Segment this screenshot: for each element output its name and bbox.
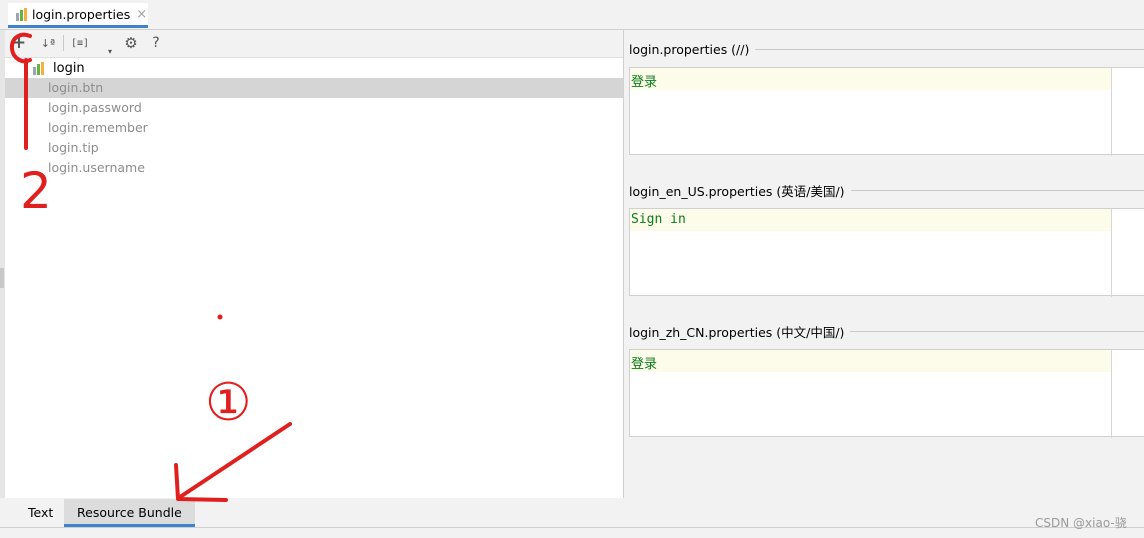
right-margin-guide (1111, 68, 1112, 156)
value-text: 登录 (631, 75, 658, 90)
resource-bundle-tree-panel: + ↓ª [≡] ▾ ⚙ ? login login.btn login.pas… (5, 30, 624, 498)
value-editor-default[interactable]: 登录 (629, 67, 1144, 156)
tree-toolbar: + ↓ª [≡] ▾ ⚙ ? (5, 30, 623, 58)
tree-item-login-tip[interactable]: login.tip (5, 138, 623, 158)
right-margin-guide (1111, 209, 1112, 297)
chevron-down-icon[interactable]: ▾ (106, 42, 114, 60)
value-text: Sign in (631, 212, 686, 227)
current-line-highlight (630, 209, 1111, 231)
add-icon[interactable]: + (12, 33, 26, 53)
close-icon[interactable]: × (136, 7, 147, 22)
scroll-marker (0, 268, 4, 288)
tree-root-label: login (53, 60, 85, 76)
file-tab-label: login.properties (32, 6, 131, 22)
section-title-default: login.properties (//) (629, 41, 1144, 57)
tree-item-login-remember[interactable]: login.remember (5, 118, 623, 138)
value-editor-zh-cn[interactable]: 登录 (629, 349, 1144, 438)
gear-icon[interactable]: ⚙ (122, 34, 140, 52)
resource-bundle-icon (33, 61, 45, 75)
current-line-highlight (630, 68, 1111, 90)
tab-text[interactable]: Text (15, 499, 66, 527)
value-editor-en-us[interactable]: Sign in (629, 208, 1144, 297)
value-text: 登录 (631, 357, 658, 372)
section-title-en-us: login_en_US.properties (英语/美国/) (629, 182, 1144, 199)
group-by-prefix-icon[interactable]: [≡] (70, 34, 90, 52)
bottom-tab-bar: Text Resource Bundle (5, 499, 623, 527)
properties-file-icon (16, 7, 28, 21)
editor-tab-bar: login.properties × (0, 0, 1144, 30)
section-title-zh-cn: login_zh_CN.properties (中文/中国/) (629, 323, 1144, 340)
right-margin-guide (1111, 350, 1112, 438)
status-strip (0, 528, 1144, 538)
section-title-label: login_en_US.properties (英语/美国/) (629, 183, 845, 199)
watermark: CSDN @xiao-骁 (1035, 516, 1127, 530)
help-icon[interactable]: ? (150, 34, 162, 52)
tree-item-login-username[interactable]: login.username (5, 158, 623, 178)
file-tab-login-properties[interactable]: login.properties × (8, 3, 148, 28)
sort-alphabetically-icon[interactable]: ↓ª (39, 34, 57, 52)
section-title-label: login.properties (//) (629, 41, 750, 57)
tree-item-login-password[interactable]: login.password (5, 98, 623, 118)
toolbar-separator (63, 35, 64, 51)
tree-item-login-btn[interactable]: login.btn (5, 78, 623, 98)
section-title-label: login_zh_CN.properties (中文/中国/) (629, 324, 845, 340)
tree-root-login[interactable]: login (33, 59, 85, 77)
tab-resource-bundle[interactable]: Resource Bundle (64, 499, 195, 527)
current-line-highlight (630, 350, 1111, 372)
